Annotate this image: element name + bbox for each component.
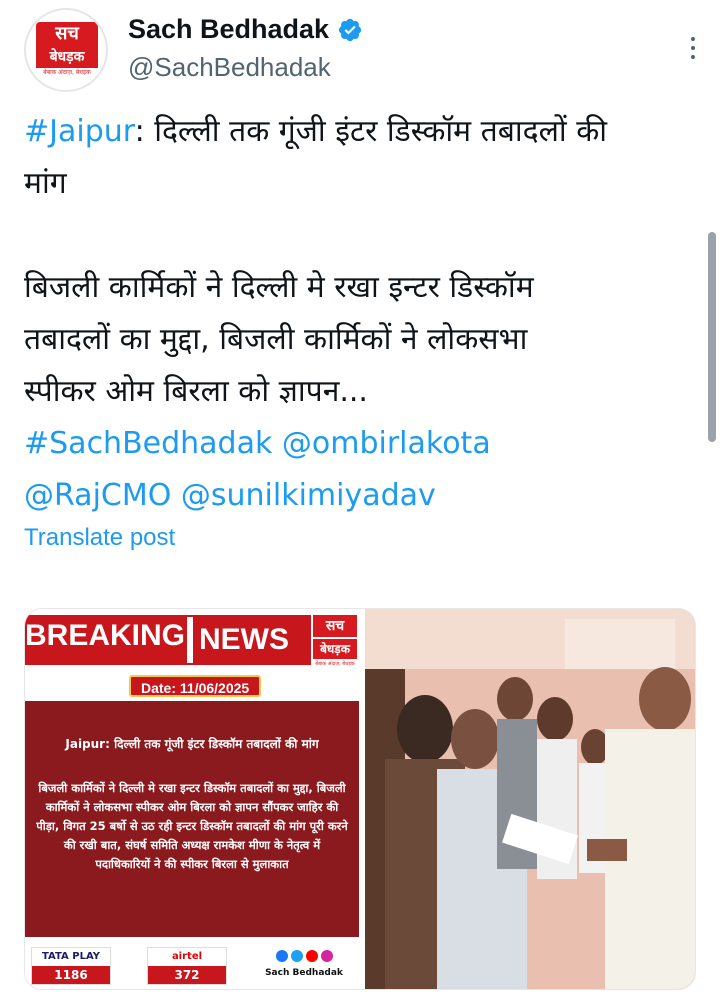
airtel-label: airtel <box>148 948 226 966</box>
post-text-line: मांग <box>24 166 67 201</box>
name-row: Sach Bedhadak <box>128 14 363 45</box>
news-label: NEWS <box>187 617 295 663</box>
card-logo: सच बेधड़क बेबाक अंदाज़, बेधड़क <box>313 615 357 677</box>
airtel-badge: airtel 372 <box>147 947 227 985</box>
card-logo-tagline: बेबाक अंदाज़, बेधड़क <box>315 661 355 667</box>
youtube-icon <box>305 950 318 962</box>
post-header: सच बेधड़क बेबाक अंदाज़, बेधड़क Sach Bedh… <box>24 8 704 96</box>
card-body: Jaipur: दिल्ली तक गूंजी इंटर डिस्कॉम तबा… <box>25 701 359 937</box>
user-handle[interactable]: @SachBedhadak <box>128 52 331 83</box>
mentions-line[interactable]: @RajCMO @sunilkimiyadav <box>24 470 694 522</box>
verified-badge-icon <box>338 18 362 41</box>
post-text-line: #Jaipur: दिल्ली तक गूंजी इंटर डिस्कॉम तब… <box>24 106 694 158</box>
card-logo-line2: बेधड़क <box>313 639 357 659</box>
social-handles: Sach Bedhadak <box>251 947 357 985</box>
tataplay-label: TATA PLAY <box>32 948 110 966</box>
avatar-logo: सच बेधड़क बेबाक अंदाज़, बेधड़क <box>36 22 98 80</box>
avatar-logo-tagline: बेबाक अंदाज़, बेधड़क <box>43 69 91 76</box>
media-gallery[interactable]: BREAKING NEWS सच बेधड़क बेबाक अंदाज़, बे… <box>24 608 696 990</box>
headline-text: : दिल्ली तक गूंजी इंटर डिस्कॉम तबादलों क… <box>134 114 608 149</box>
breaking-news-banner: BREAKING NEWS <box>25 615 311 665</box>
more-options-icon[interactable] <box>678 28 708 68</box>
post-text-line: बिजली कार्मिकों ने दिल्ली मे रखा इन्टर ड… <box>24 270 534 305</box>
card-date: Date: 11/06/2025 <box>129 675 262 697</box>
post-text: #Jaipur: दिल्ली तक गूंजी इंटर डिस्कॉम तब… <box>24 106 694 522</box>
social-icons <box>251 947 357 965</box>
social-name: Sach Bedhadak <box>265 968 343 978</box>
hashtag-jaipur[interactable]: #Jaipur <box>24 114 135 149</box>
scrollbar[interactable] <box>708 232 716 442</box>
hashtags-mentions-line[interactable]: #SachBedhadak @ombirlakota <box>24 418 694 470</box>
breaking-label: BREAKING <box>25 619 186 652</box>
airtel-channel: 372 <box>148 966 226 984</box>
tataplay-channel: 1186 <box>32 966 110 984</box>
facebook-icon <box>275 950 288 962</box>
avatar-logo-line2: बेधड़क <box>36 46 98 68</box>
meeting-photo-illustration <box>365 609 695 989</box>
display-name[interactable]: Sach Bedhadak <box>128 14 329 45</box>
avatar-logo-line1: सच <box>36 22 98 46</box>
card-footer: TATA PLAY 1186 airtel 372 Sach Bedhadak <box>25 939 359 989</box>
card-paragraph: बिजली कार्मिकों ने दिल्ली मे रखा इन्टर ड… <box>36 781 348 871</box>
post-text-line: स्पीकर ओम बिरला को ज्ञापन... <box>24 374 368 409</box>
twitter-icon <box>290 950 303 962</box>
meeting-photo[interactable] <box>365 609 695 989</box>
tataplay-badge: TATA PLAY 1186 <box>31 947 111 985</box>
news-card-image[interactable]: BREAKING NEWS सच बेधड़क बेबाक अंदाज़, बे… <box>25 609 359 989</box>
card-logo-line1: सच <box>313 615 357 637</box>
translate-post-link[interactable]: Translate post <box>24 524 175 552</box>
post-text-line: तबादलों का मुद्दा, बिजली कार्मिकों ने लो… <box>24 322 528 357</box>
instagram-icon <box>320 950 333 962</box>
card-title: Jaipur: दिल्ली तक गूंजी इंटर डिस्कॉम तबा… <box>65 737 319 751</box>
avatar[interactable]: सच बेधड़क बेबाक अंदाज़, बेधड़क <box>24 8 108 92</box>
